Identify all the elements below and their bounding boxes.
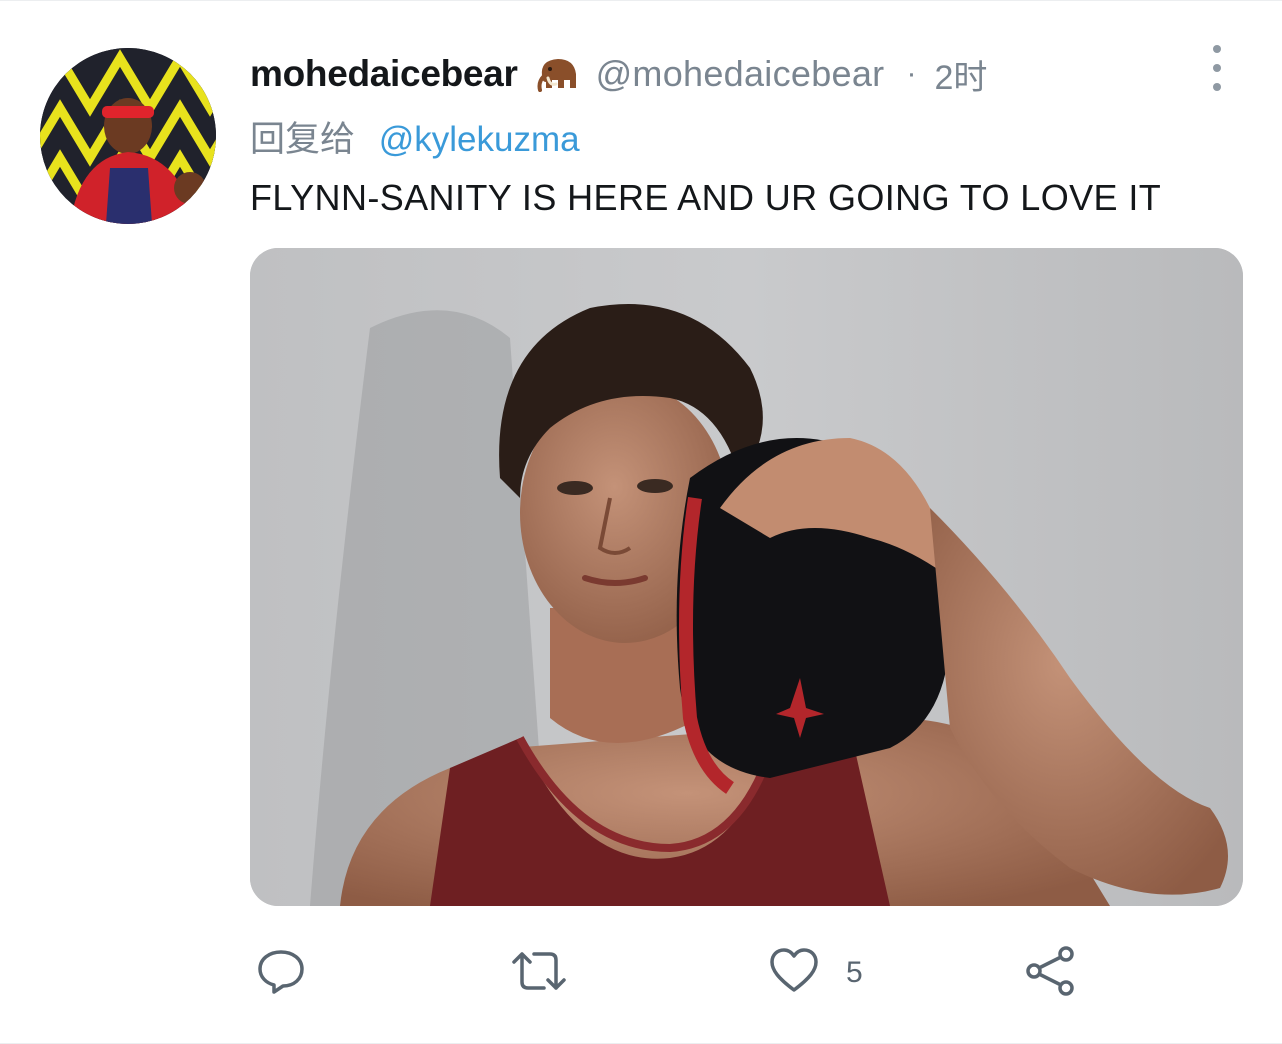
share-button[interactable] [1024, 941, 1078, 1005]
reply-context: 回复给 @kylekuzma [250, 111, 580, 162]
tweet-photo[interactable] [250, 248, 1243, 906]
author-handle[interactable]: @mohedaicebear [596, 53, 885, 95]
reply-label: 回复给 [250, 120, 356, 159]
avatar[interactable] [40, 48, 216, 224]
share-icon [1024, 945, 1078, 1002]
tweet-card: mohedaicebear @mohedaicebear · 2时 回复给 @k… [0, 0, 1282, 1044]
like-count: 5 [846, 956, 863, 989]
reply-mention-link[interactable]: @kylekuzma [379, 120, 580, 159]
action-bar: 5 [0, 941, 1282, 1005]
tweet-header: mohedaicebear @mohedaicebear · 2时 [250, 49, 987, 99]
heart-icon [768, 946, 820, 1001]
timestamp[interactable]: 2时 [934, 50, 987, 99]
retweet-icon [508, 946, 570, 1001]
tweet-text: FLYNN-SANITY IS HERE AND UR GOING TO LOV… [250, 177, 1162, 218]
like-button[interactable]: 5 [768, 941, 863, 1005]
retweet-button[interactable] [508, 941, 570, 1005]
separator-dot: · [906, 57, 917, 90]
author-name[interactable]: mohedaicebear [250, 53, 518, 95]
reply-button[interactable] [256, 941, 306, 1005]
mammoth-icon [536, 54, 580, 94]
more-options-icon[interactable] [1204, 45, 1230, 91]
comment-icon [256, 946, 306, 1001]
